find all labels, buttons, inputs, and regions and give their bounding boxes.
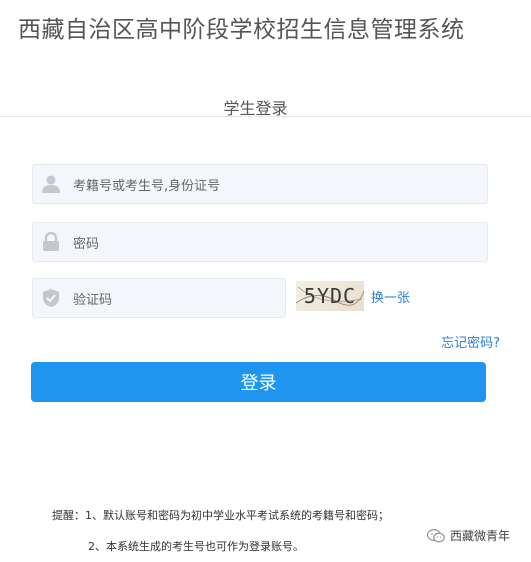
tip-line-2: 2、本系统生成的考生号也可作为登录账号。 xyxy=(88,540,304,553)
forgot-password-link[interactable]: 忘记密码? xyxy=(441,332,500,351)
header-divider xyxy=(0,116,531,117)
captcha-image[interactable]: 5YDC xyxy=(296,281,364,311)
password-placeholder: 密码 xyxy=(73,236,100,252)
refresh-captcha-link[interactable]: 换一张 xyxy=(371,287,410,306)
username-field[interactable]: 考籍号或考生号,身份证号 xyxy=(32,164,488,204)
login-button[interactable]: 登录 xyxy=(31,362,486,402)
tip-line-1: 提醒：1、默认账号和密码为初中学业水平考试系统的考籍号和密码； xyxy=(52,509,389,522)
shield-icon xyxy=(39,286,63,310)
watermark-text: 西藏微青年 xyxy=(450,529,511,543)
system-title: 西藏自治区高中阶段学校招生信息管理系统 xyxy=(18,17,465,43)
username-placeholder: 考籍号或考生号,身份证号 xyxy=(73,178,221,194)
captcha-code: 5YDC xyxy=(303,284,357,308)
captcha-field[interactable]: 验证码 xyxy=(32,278,286,318)
watermark: 西藏微青年 xyxy=(427,527,510,544)
user-icon xyxy=(39,172,63,196)
password-field[interactable]: 密码 xyxy=(32,222,488,262)
wechat-icon xyxy=(427,528,445,542)
captcha-placeholder: 验证码 xyxy=(73,292,113,308)
lock-icon xyxy=(39,230,63,254)
